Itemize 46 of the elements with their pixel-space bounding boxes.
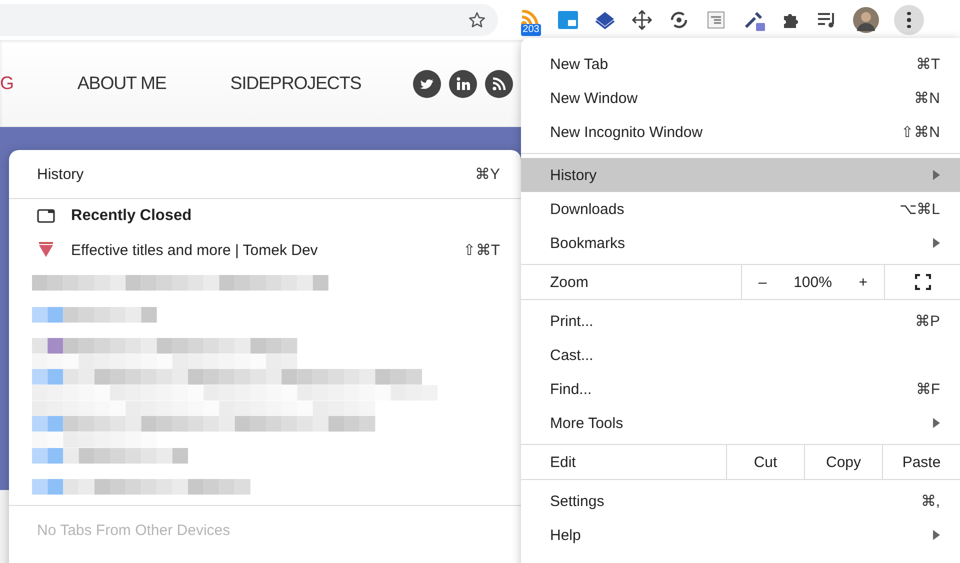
nav-link[interactable]: SIDEPROJECTS [230, 72, 362, 94]
triangle-icon [37, 241, 55, 259]
menu-item[interactable]: New Tab ⌘T [521, 47, 960, 81]
menu-item[interactable]: Settings ⌘, [521, 484, 960, 518]
submenu-arrow-icon [932, 418, 940, 428]
menu-item[interactable]: Help [521, 518, 960, 552]
zoom-out-button[interactable]: – [752, 274, 773, 290]
history-item[interactable]: History ⌘Y [9, 150, 521, 199]
menu-icon[interactable] [894, 5, 924, 35]
section-heading: Recently Closed [71, 207, 192, 225]
nav-link[interactable]: G [0, 72, 14, 94]
menu-item[interactable]: Find... ⌘F [521, 372, 960, 406]
linkedin-icon[interactable] [449, 70, 478, 98]
menu-item[interactable]: Downloads ⌥⌘L [521, 192, 960, 226]
menu-item[interactable]: Bookmarks [521, 226, 960, 260]
menu-item[interactable]: Print... ⌘P [521, 304, 960, 338]
menu-item[interactable]: New Window ⌘N [521, 81, 960, 115]
menu-note: No Tabs From Other Devices [36, 520, 232, 540]
menu-item[interactable]: More Tools [521, 406, 960, 440]
rss-icon[interactable] [485, 70, 514, 98]
edit-button[interactable]: Cut [726, 445, 804, 479]
twitter-icon[interactable] [413, 70, 442, 98]
avatar-icon[interactable] [853, 7, 879, 33]
diamond-extension-icon[interactable] [594, 9, 616, 31]
history-entry[interactable]: Effective titles and more | Tomek Dev ⇧⌘T [9, 233, 521, 267]
submenu-arrow-icon [932, 238, 940, 248]
menu-label: Zoom [549, 272, 590, 292]
submenu-arrow-icon [932, 530, 940, 540]
menu-item[interactable]: New Incognito Window ⇧⌘N [521, 115, 960, 149]
zoom-in-button[interactable]: + [852, 274, 874, 290]
refresh-icon[interactable] [668, 9, 690, 31]
menu-label: Edit [549, 452, 577, 472]
edit-button[interactable]: Copy [804, 445, 882, 479]
fullscreen-icon[interactable] [914, 274, 930, 290]
nav-link[interactable]: ABOUT ME [77, 72, 166, 94]
submenu-arrow-icon [932, 170, 940, 180]
edit-button[interactable]: Paste [882, 445, 960, 479]
window-extension-icon[interactable] [557, 9, 579, 31]
move-icon[interactable] [631, 9, 653, 31]
star-icon[interactable] [468, 11, 486, 29]
menu-item[interactable]: Cast... [521, 338, 960, 372]
count-badge: 203 [520, 24, 542, 36]
document-icon[interactable] [705, 9, 727, 31]
menu-item[interactable]: History [521, 158, 960, 192]
window-icon [37, 209, 55, 223]
zoom-level: 100% [794, 274, 832, 290]
